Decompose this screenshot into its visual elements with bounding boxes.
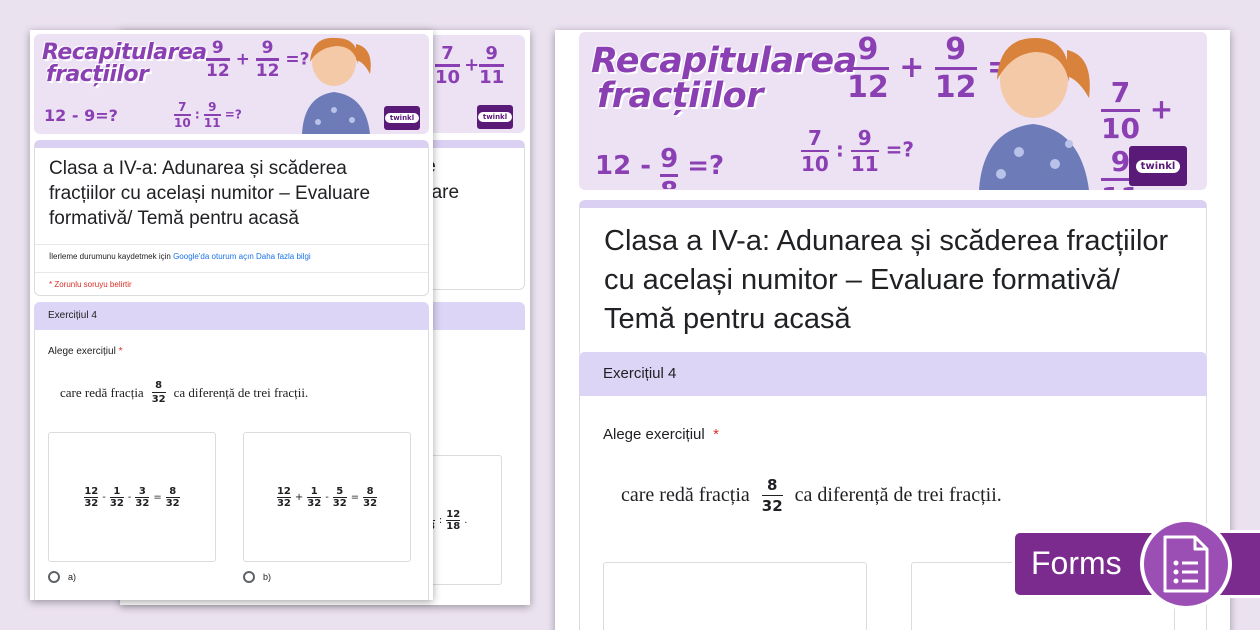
question-label-zoomed: Alege exercițiul * <box>603 426 719 443</box>
equation-operator: - <box>325 491 329 503</box>
banner-math-middle: 7 10 : 9 11 =? <box>174 100 242 130</box>
equation-operator: = <box>153 491 162 503</box>
signin-notice: İlerleme durumunu kaydetmek için Google'… <box>49 252 311 261</box>
twinkl-logo: twinkl <box>384 106 420 130</box>
option-b-image[interactable]: 12 32 +1 32-5 32 = 8 32 <box>243 432 411 562</box>
equation-fraction: 12 32 <box>276 485 291 509</box>
equation-fraction: 5 32 <box>332 485 347 509</box>
girl-illustration-zoomed <box>979 38 1090 190</box>
banner-math-back: 7 10 +9 11 <box>435 43 505 88</box>
question-text: care redă fracția 8 32 ca diferență de tr… <box>60 380 309 405</box>
equation-operator: = <box>350 491 360 503</box>
google-forms-icon <box>1140 518 1232 610</box>
equation-fraction: 1 32 <box>109 485 124 509</box>
form-preview-front: Recapitularea fracțiilor 9 12 + 9 12 =? 12… <box>30 30 433 600</box>
banner-title-zoomed: Recapitularea fracțiilor <box>591 41 857 116</box>
more-info-link[interactable]: Daha fazla bilgi <box>256 252 311 261</box>
banner-front: Recapitularea fracțiilor 9 12 + 9 12 =? 12… <box>34 34 429 134</box>
option-a-equation: 12 32-1 32-3 32 = 8 32 <box>82 486 181 509</box>
section-header: Exercițiul 4 <box>34 302 429 330</box>
twinkl-logo-back: twinkl <box>477 105 513 129</box>
form-title: Clasa a IV-a: Adunarea și scăderea fracț… <box>49 158 371 229</box>
form-title-zoomed: Clasa a IV-a: Adunarea și scăderea fracț… <box>604 225 1169 335</box>
banner-zoomed: Recapitularea fracțiilor 912 + 912 =? 12… <box>579 32 1207 190</box>
equation-operator: - <box>102 491 106 503</box>
required-note: * Zorunlu soruyu belirtir <box>49 280 132 289</box>
option-a-image-zoomed[interactable] <box>603 562 867 630</box>
twinkl-logo-zoomed: twinkl <box>1129 146 1187 186</box>
banner-math-middle-zoomed: 7 10 : 9 11 =? <box>801 126 914 176</box>
signin-link[interactable]: Google'da oturum açın <box>173 252 254 261</box>
option-b-equation: 12 32 +1 32-5 32 = 8 32 <box>275 486 379 509</box>
equation-fraction: 3 32 <box>135 485 150 509</box>
question-label: Alege exercițiul * <box>48 346 123 357</box>
title-card: Clasa a IV-a: Adunarea și scăderea fracț… <box>34 140 429 296</box>
equation-fraction: 12 32 <box>84 485 99 509</box>
equation-fraction: 1 32 <box>307 485 322 509</box>
title-card-zoomed: Clasa a IV-a: Adunarea și scăderea fracț… <box>579 200 1207 358</box>
forms-badge-label: Forms <box>1031 545 1122 581</box>
banner-title: Recapitularea fracțiilor <box>42 40 207 87</box>
option-b-letter: b) <box>263 572 272 582</box>
question-text-zoomed: care redă fracția 8 32 ca diferență de tr… <box>621 476 1002 515</box>
equation-operator: + <box>294 491 304 503</box>
banner-math-bottom: 12 - 9=? <box>44 106 118 125</box>
option-a-letter: a) <box>68 572 77 582</box>
equation-fraction: 8 32 <box>165 485 180 509</box>
equation-fraction: 8 32 <box>363 485 378 509</box>
equation-operator: - <box>127 491 132 503</box>
banner-math-bottom-zoomed: 12 - 98 =? <box>595 144 725 189</box>
section-header-zoomed: Exercițiul 4 <box>579 352 1207 396</box>
girl-illustration <box>302 37 371 134</box>
option-b-radio[interactable] <box>243 571 255 583</box>
option-a-image[interactable]: 12 32-1 32-3 32 = 8 32 <box>48 432 216 562</box>
option-a-radio[interactable] <box>48 571 60 583</box>
